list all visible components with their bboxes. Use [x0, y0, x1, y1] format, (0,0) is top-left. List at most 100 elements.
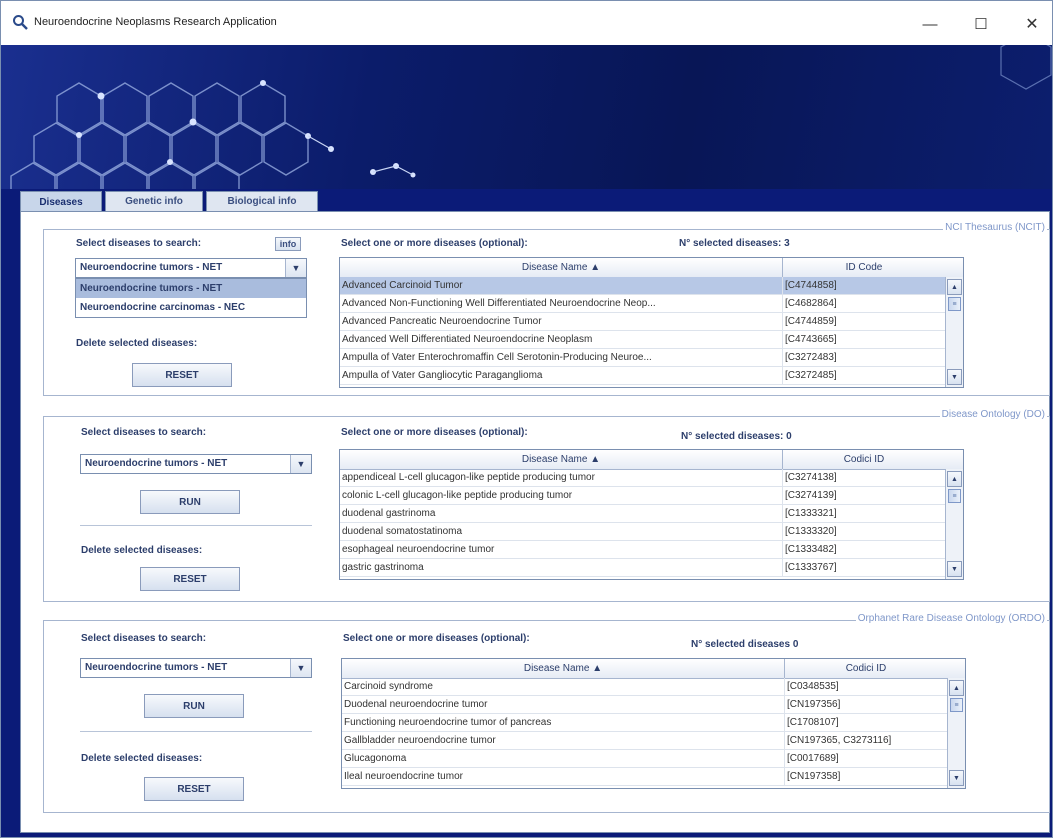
column-header-disease-name[interactable]: Disease Name ▲: [342, 659, 785, 678]
column-header-codici-id[interactable]: Codici ID: [783, 450, 945, 469]
cell-id-code: [C0348535]: [787, 681, 839, 692]
cell-disease-name: gastric gastrinoma: [340, 559, 783, 576]
search-icon: [13, 15, 28, 30]
column-header-disease-name[interactable]: Disease Name ▲: [340, 258, 783, 277]
dropdown-option-net[interactable]: Neuroendocrine tumors - NET: [76, 279, 306, 298]
ncit-table-label: Select one or more diseases (optional):: [341, 238, 528, 249]
scroll-down-arrow-icon[interactable]: ▼: [947, 561, 962, 577]
table-row[interactable]: Gallbladder neuroendocrine tumor [CN1973…: [342, 732, 947, 750]
cell-id-code: [C1333321]: [785, 508, 837, 519]
ncit-combo-dropdown: Neuroendocrine tumors - NET Neuroendocri…: [75, 278, 307, 318]
table-row[interactable]: Ampulla of Vater Gangliocytic Paragangli…: [340, 367, 945, 385]
do-run-button[interactable]: RUN: [140, 490, 240, 514]
ordo-run-button[interactable]: RUN: [144, 694, 244, 718]
cell-id-code: [CN197358]: [787, 771, 841, 782]
close-button[interactable]: ✕: [1009, 9, 1052, 39]
ordo-table-label: Select one or more diseases (optional):: [343, 633, 530, 644]
cell-id-code: [CN197356]: [787, 699, 841, 710]
column-header-codici-id[interactable]: Codici ID: [785, 659, 947, 678]
chevron-down-icon[interactable]: ▼: [290, 659, 311, 677]
ncit-info-button[interactable]: info: [275, 237, 301, 251]
cell-disease-name: Functioning neuroendocrine tumor of panc…: [342, 714, 785, 731]
cell-disease-name: Ileal neuroendocrine tumor: [342, 768, 785, 785]
table-row[interactable]: gastric gastrinoma [C1333767]: [340, 559, 945, 577]
chevron-down-icon[interactable]: ▼: [290, 455, 311, 473]
cell-disease-name: Advanced Pancreatic Neuroendocrine Tumor: [340, 313, 783, 330]
scroll-up-arrow-icon[interactable]: ▲: [949, 680, 964, 696]
cell-id-code: [C4743665]: [785, 334, 837, 345]
minimize-icon: —: [922, 15, 938, 33]
table-row[interactable]: Glucagonoma [C0017689]: [342, 750, 947, 768]
ncit-select-label: Select diseases to search:: [76, 238, 202, 249]
table-row[interactable]: duodenal somatostatinoma [C1333320]: [340, 523, 945, 541]
table-row[interactable]: Functioning neuroendocrine tumor of panc…: [342, 714, 947, 732]
tab-diseases[interactable]: Diseases: [20, 191, 102, 212]
ordo-reset-button[interactable]: RESET: [144, 777, 244, 801]
table-header: Disease Name ▲ Codici ID: [340, 450, 963, 470]
dropdown-option-nec[interactable]: Neuroendocrine carcinomas - NEC: [76, 298, 306, 317]
cell-id-code: [C1333320]: [785, 526, 837, 537]
diseases-panel: NCI Thesaurus (NCIT) Select diseases to …: [20, 211, 1050, 833]
ncit-delete-label: Delete selected diseases:: [76, 338, 198, 349]
ordo-group: Orphanet Rare Disease Ontology (ORDO) Se…: [43, 613, 1050, 813]
column-header-id-code[interactable]: ID Code: [783, 258, 945, 277]
cell-id-code: [C4682864]: [785, 298, 837, 309]
scroll-up-arrow-icon[interactable]: ▲: [947, 471, 962, 487]
cell-id-code: [C4744859]: [785, 316, 837, 327]
table-row[interactable]: esophageal neuroendocrine tumor [C133348…: [340, 541, 945, 559]
ncit-selected-count: N° selected diseases: 3: [679, 238, 790, 249]
ncit-disease-combo[interactable]: Neuroendocrine tumors - NET ▼: [75, 258, 307, 278]
do-table-scrollbar[interactable]: ▲ ≡ ▼: [945, 469, 963, 579]
scroll-down-arrow-icon[interactable]: ▼: [949, 770, 964, 786]
scroll-down-arrow-icon[interactable]: ▼: [947, 369, 962, 385]
table-row[interactable]: Advanced Pancreatic Neuroendocrine Tumor…: [340, 313, 945, 331]
cell-disease-name: esophageal neuroendocrine tumor: [340, 541, 783, 558]
do-group: Disease Ontology (DO) Select diseases to…: [43, 409, 1050, 602]
table-row[interactable]: duodenal gastrinoma [C1333321]: [340, 505, 945, 523]
minimize-button[interactable]: —: [907, 9, 953, 39]
tab-biological-info[interactable]: Biological info: [206, 191, 318, 211]
table-row[interactable]: Advanced Non-Functioning Well Differenti…: [340, 295, 945, 313]
table-row[interactable]: Advanced Carcinoid Tumor [C4744858]: [340, 277, 945, 295]
do-separator: [80, 525, 312, 526]
cell-id-code: [C1708107]: [787, 717, 839, 728]
column-header-disease-name[interactable]: Disease Name ▲: [340, 450, 783, 469]
scroll-thumb-grip-icon[interactable]: ≡: [950, 698, 963, 712]
table-row[interactable]: Ileal neuroendocrine tumor [CN197358]: [342, 768, 947, 786]
table-row[interactable]: colonic L-cell glucagon-like peptide pro…: [340, 487, 945, 505]
ncit-combo-value: Neuroendocrine tumors - NET: [80, 262, 223, 273]
cell-disease-name: colonic L-cell glucagon-like peptide pro…: [340, 487, 783, 504]
cell-disease-name: Gallbladder neuroendocrine tumor: [342, 732, 785, 749]
do-reset-button[interactable]: RESET: [140, 567, 240, 591]
ordo-selected-count: N° selected diseases 0: [691, 639, 799, 650]
tab-genetic-info[interactable]: Genetic info: [105, 191, 203, 211]
table-row[interactable]: Ampulla of Vater Enterochromaffin Cell S…: [340, 349, 945, 367]
chevron-down-icon[interactable]: ▼: [285, 259, 306, 277]
cell-disease-name: duodenal somatostatinoma: [340, 523, 783, 540]
ncit-group: NCI Thesaurus (NCIT) Select diseases to …: [43, 222, 1050, 396]
scroll-thumb-grip-icon[interactable]: ≡: [948, 489, 961, 503]
cell-id-code: [C1333767]: [785, 562, 837, 573]
ordo-table-scrollbar[interactable]: ▲ ≡ ▼: [947, 678, 965, 788]
cell-disease-name: Advanced Well Differentiated Neuroendocr…: [340, 331, 783, 348]
header-banner: [1, 45, 1052, 189]
close-icon: ✕: [1025, 16, 1039, 33]
table-row[interactable]: Carcinoid syndrome [C0348535]: [342, 678, 947, 696]
table-row[interactable]: Advanced Well Differentiated Neuroendocr…: [340, 331, 945, 349]
hexagon-molecule-graphic: [10, 45, 1052, 189]
scroll-thumb-grip-icon[interactable]: ≡: [948, 297, 961, 311]
table-row[interactable]: appendiceal L-cell glucagon-like peptide…: [340, 469, 945, 487]
ncit-table-scrollbar[interactable]: ▲ ≡ ▼: [945, 277, 963, 387]
cell-disease-name: Advanced Carcinoid Tumor: [340, 277, 783, 294]
ordo-disease-combo[interactable]: Neuroendocrine tumors - NET ▼: [80, 658, 312, 678]
scroll-up-arrow-icon[interactable]: ▲: [947, 279, 962, 295]
cell-id-code: [CN197365, C3273116]: [787, 735, 892, 746]
do-select-label: Select diseases to search:: [81, 427, 207, 438]
cell-disease-name: appendiceal L-cell glucagon-like peptide…: [340, 469, 783, 486]
maximize-button[interactable]: ☐: [958, 9, 1004, 39]
do-disease-combo[interactable]: Neuroendocrine tumors - NET ▼: [80, 454, 312, 474]
table-row[interactable]: Duodenal neuroendocrine tumor [CN197356]: [342, 696, 947, 714]
title-bar: Neuroendocrine Neoplasms Research Applic…: [1, 1, 1052, 45]
window-title: Neuroendocrine Neoplasms Research Applic…: [34, 16, 277, 28]
ncit-reset-button[interactable]: RESET: [132, 363, 232, 387]
